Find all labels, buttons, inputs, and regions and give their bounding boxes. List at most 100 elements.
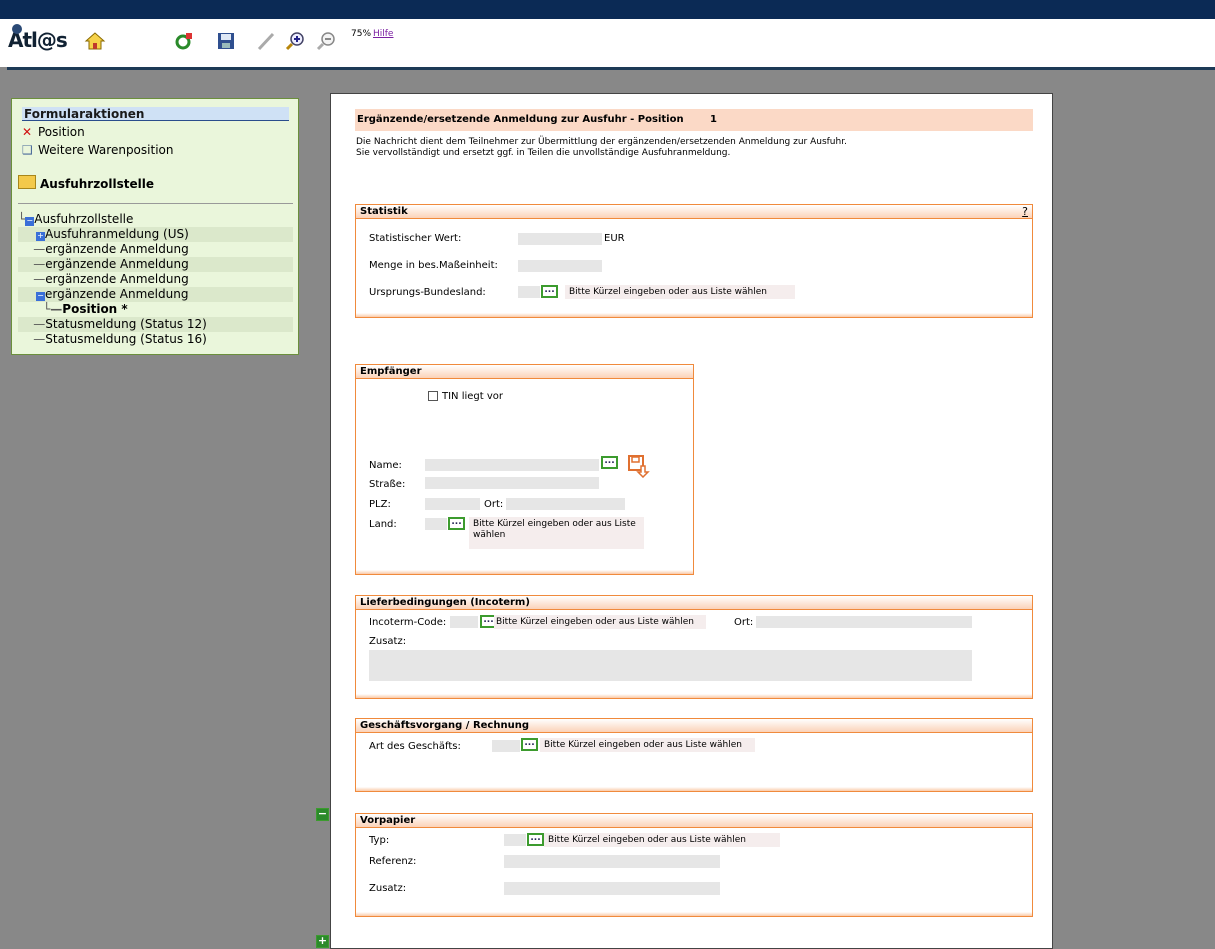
strasse-input[interactable] (425, 477, 599, 489)
action-weitere-warenposition[interactable]: ❑ Weitere Warenposition (22, 143, 173, 157)
tree-line: — (18, 317, 46, 331)
incoterm-hint: Bitte Kürzel eingeben oder aus Liste wäh… (494, 615, 706, 629)
referenz-input[interactable] (504, 855, 720, 868)
zoom-in-icon[interactable] (284, 30, 306, 52)
tree-item-ergaenzende-4[interactable]: −ergänzende Anmeldung (18, 287, 293, 302)
form-title: Ergänzende/ersetzende Anmeldung zur Ausf… (357, 114, 684, 125)
folder-ausfuhrzollstelle[interactable]: Ausfuhrzollstelle (18, 175, 154, 191)
tin-checkbox[interactable] (428, 391, 438, 401)
incoterm-ort-input[interactable] (756, 616, 972, 628)
land-input[interactable] (425, 518, 447, 530)
land-picker-button[interactable]: ... (448, 517, 465, 530)
bundesland-label: Ursprungs-Bundesland: (369, 287, 486, 298)
tree-line: — (18, 272, 46, 286)
statistischer-wert-input[interactable] (518, 233, 602, 245)
art-des-geschaefts-label: Art des Geschäfts: (369, 741, 461, 752)
atlas-logo: Atl@s (8, 24, 68, 52)
statistischer-wert-label: Statistischer Wert: (369, 233, 462, 244)
tree-line: — (18, 257, 46, 271)
art-des-geschaefts-input[interactable] (492, 740, 520, 752)
tree-item-ergaenzende-3[interactable]: —ergänzende Anmeldung (18, 272, 293, 287)
divider (18, 203, 293, 204)
toolbar-divider (7, 67, 1215, 70)
bundesland-picker-button[interactable]: ... (541, 285, 558, 298)
plz-label: PLZ: (369, 499, 391, 510)
section-title: Empfänger (356, 365, 693, 379)
ort-input[interactable] (506, 498, 625, 510)
plz-input[interactable] (425, 498, 480, 510)
accessibility-icon[interactable] (173, 30, 195, 52)
vorpapier-zusatz-label: Zusatz: (369, 883, 407, 894)
save-icon[interactable] (215, 30, 237, 52)
typ-label: Typ: (369, 835, 390, 846)
land-hint: Bitte Kürzel eingeben oder aus Liste wäh… (469, 517, 644, 549)
folder-icon (18, 175, 36, 189)
menge-input[interactable] (518, 260, 602, 272)
form-header: Ergänzende/ersetzende Anmeldung zur Ausf… (355, 109, 1033, 131)
tree-item-ausfuhranmeldung[interactable]: +Ausfuhranmeldung (US) (18, 227, 293, 242)
land-label: Land: (369, 519, 397, 530)
tree-item-ausfuhrzollstelle[interactable]: └−Ausfuhrzollstelle (18, 212, 293, 227)
name-picker-button[interactable]: ... (601, 456, 618, 469)
section-vorpapier: Vorpapier Typ: ... Bitte Kürzel eingeben… (355, 813, 1033, 917)
name-input[interactable] (425, 459, 599, 471)
collapse-section-button[interactable]: − (316, 808, 329, 821)
tree-line: └— (18, 302, 63, 316)
typ-input[interactable] (504, 834, 526, 846)
vorpapier-zusatz-input[interactable] (504, 882, 720, 895)
incoterm-code-input[interactable] (450, 616, 478, 628)
section-title: Vorpapier (356, 814, 1032, 828)
form-actions-title: Formularaktionen (22, 107, 289, 121)
typ-picker-button[interactable]: ... (527, 833, 544, 846)
tree-line: — (18, 332, 46, 346)
zoom-level: 75% (351, 29, 372, 39)
section-title: Geschäftsvorgang / Rechnung (356, 719, 1032, 733)
help-icon[interactable]: ? (1022, 205, 1028, 218)
address-book-icon[interactable] (627, 454, 651, 478)
help-link[interactable]: Hilfe (373, 29, 393, 39)
section-lieferbedingungen: Lieferbedingungen (Incoterm) Incoterm-Co… (355, 595, 1033, 699)
tree-item-ergaenzende-2[interactable]: —ergänzende Anmeldung (18, 257, 293, 272)
tin-label: TIN liegt vor (442, 391, 504, 402)
collapse-icon[interactable]: − (25, 217, 35, 226)
referenz-label: Referenz: (369, 856, 417, 867)
bundesland-hint: Bitte Kürzel eingeben oder aus Liste wäh… (565, 285, 795, 299)
section-geschaeftsvorgang: Geschäftsvorgang / Rechnung Art des Gesc… (355, 718, 1033, 792)
position-number: 1 (710, 114, 717, 125)
name-label: Name: (369, 460, 402, 471)
menge-label: Menge in bes.Maßeinheit: (369, 260, 498, 271)
action-position[interactable]: ✕ Position (22, 125, 85, 139)
incoterm-code-label: Incoterm-Code: (369, 617, 447, 628)
form-document: Ergänzende/ersetzende Anmeldung zur Ausf… (330, 93, 1053, 949)
bundesland-input[interactable] (518, 286, 540, 298)
title-bar (0, 0, 1215, 19)
tree-item-status-16[interactable]: —Statusmeldung (Status 16) (18, 332, 293, 347)
tree-line: └ (18, 212, 26, 226)
document-icon: ❑ (22, 143, 33, 157)
tree-item-position[interactable]: └—Position * (18, 302, 293, 317)
edit-pen-icon[interactable] (255, 30, 277, 52)
tree-line: — (18, 242, 46, 256)
art-hint: Bitte Kürzel eingeben oder aus Liste wäh… (540, 738, 755, 752)
section-title: Lieferbedingungen (Incoterm) (356, 596, 1032, 610)
tree-item-ergaenzende-1[interactable]: —ergänzende Anmeldung (18, 242, 293, 257)
section-empfaenger: Empfänger TIN liegt vor Name: ... Straße… (355, 364, 694, 575)
section-title: Statistik (356, 205, 1032, 219)
zoom-out-icon[interactable] (315, 30, 337, 52)
tree-item-status-12[interactable]: —Statusmeldung (Status 12) (18, 317, 293, 332)
collapse-icon[interactable]: − (36, 292, 45, 301)
expand-icon[interactable]: + (36, 232, 45, 241)
currency-label: EUR (604, 233, 625, 244)
incoterm-zusatz-label: Zusatz: (369, 636, 407, 647)
delete-icon: ✕ (22, 125, 33, 139)
incoterm-zusatz-input[interactable] (369, 650, 972, 681)
form-description: Die Nachricht dient dem Teilnehmer zur Ü… (356, 137, 847, 158)
strasse-label: Straße: (369, 479, 406, 490)
home-icon[interactable] (84, 30, 106, 52)
form-actions-panel: Formularaktionen ✕ Position ❑ Weitere Ware… (11, 98, 299, 355)
ort-label: Ort: (484, 499, 504, 510)
expand-section-button[interactable]: + (316, 935, 329, 948)
art-picker-button[interactable]: ... (521, 738, 538, 751)
section-statistik: Statistik ? Statistischer Wert: EUR Meng… (355, 204, 1033, 318)
incoterm-ort-label: Ort: (734, 617, 754, 628)
